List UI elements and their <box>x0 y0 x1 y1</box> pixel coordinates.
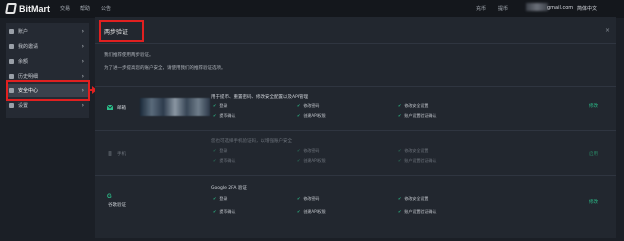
check-icon: ✔ <box>398 103 402 108</box>
check-icon: ✔ <box>297 196 301 201</box>
sidebar-item-label: 余额 <box>18 59 29 65</box>
check-icon: ✔ <box>213 103 217 108</box>
check-icon: ✔ <box>398 113 402 118</box>
feature-login: ✔ 登录 <box>213 196 228 201</box>
nav-withdraw[interactable]: 提币 <box>498 5 508 12</box>
feature-login: ✔ 登录 <box>213 148 228 153</box>
check-icon: ✔ <box>297 158 301 163</box>
feature-api-permission: ✔ 创建API权限 <box>297 113 326 118</box>
feature-security-settings: ✔ 修改安全设置 <box>398 148 429 153</box>
redacted-username <box>526 3 548 11</box>
user-menu[interactable]: gmail.com <box>547 5 573 11</box>
enable-phone-button[interactable]: 启用 <box>589 151 598 157</box>
divider <box>95 130 616 131</box>
sidebar-item-account[interactable]: 账户 › <box>6 25 89 38</box>
feature-change-password: ✔ 修改密码 <box>297 103 320 108</box>
page-title: 两步验证 <box>104 29 129 36</box>
method-label-email: 邮箱 <box>117 106 126 111</box>
bitmart-logo-icon <box>5 3 17 14</box>
nav-deposit[interactable]: 充币 <box>476 5 486 12</box>
sidebar-item-label: 我的邀请 <box>18 44 39 50</box>
check-icon: ✔ <box>398 196 402 201</box>
method-desc-email: 用于提币、重置密码、修改安全配置以及API管理 <box>211 95 309 100</box>
check-icon: ✔ <box>398 148 402 153</box>
method-label-google: 谷歌验证 <box>108 203 126 208</box>
check-icon: ✔ <box>213 196 217 201</box>
history-icon <box>9 74 14 79</box>
chevron-right-icon: › <box>81 73 84 80</box>
logo[interactable]: BitMart <box>5 3 50 14</box>
method-desc-google: Google 2FA 验证 <box>211 186 247 191</box>
gift-icon <box>9 44 14 49</box>
settings-icon <box>9 103 14 108</box>
wallet-icon <box>9 59 14 64</box>
check-icon: ✔ <box>297 113 301 118</box>
feature-api-permission: ✔ 创建API权限 <box>297 209 326 214</box>
feature-withdraw-confirm: ✔ 提币确认 <box>213 209 236 214</box>
divider <box>95 86 616 87</box>
divider <box>95 43 616 44</box>
method-desc-phone: 您也可选择手机验证码，以增强账户安全 <box>211 139 292 144</box>
email-icon <box>107 105 113 110</box>
check-icon: ✔ <box>213 148 217 153</box>
google-icon: G <box>107 194 112 200</box>
check-icon: ✔ <box>297 148 301 153</box>
modify-email-button[interactable]: 修改 <box>589 103 598 109</box>
modify-google-button[interactable]: 修改 <box>589 199 598 205</box>
nav-help[interactable]: 帮助 <box>80 5 90 12</box>
language-selector[interactable]: 简体中文 <box>577 5 597 12</box>
feature-change-password: ✔ 修改密码 <box>297 148 320 153</box>
chevron-right-icon: › <box>81 102 84 109</box>
divider <box>95 175 616 176</box>
sidebar-item-label: 设置 <box>18 103 29 109</box>
nav-announcement[interactable]: 公告 <box>101 5 111 12</box>
feature-withdraw-confirm: ✔ 提币确认 <box>213 113 236 118</box>
check-icon: ✔ <box>297 209 301 214</box>
feature-security-settings: ✔ 修改安全设置 <box>398 196 429 201</box>
chevron-right-icon: › <box>81 43 84 50</box>
sidebar-item-label: 账户 <box>18 29 29 35</box>
nav-trade[interactable]: 交易 <box>60 5 70 12</box>
check-icon: ✔ <box>398 158 402 163</box>
check-icon: ✔ <box>297 103 301 108</box>
feature-login: ✔ 登录 <box>213 103 228 108</box>
main-panel <box>95 17 616 238</box>
intro-line-2: 为了进一步提高您的账户安全，请使用我们的推荐验证选项。 <box>104 66 226 71</box>
feature-change-password: ✔ 修改密码 <box>297 196 320 201</box>
redacted-email-address <box>140 98 210 116</box>
feature-account-settings: ✔ 账户设置验证确认 <box>398 158 437 163</box>
highlight-box-sidebar <box>6 80 90 101</box>
collapse-icon[interactable]: × <box>605 27 610 34</box>
check-icon: ✔ <box>213 158 217 163</box>
sidebar-item-balance[interactable]: 余额 › <box>6 55 89 68</box>
check-icon: ✔ <box>213 113 217 118</box>
chevron-right-icon: › <box>81 28 84 35</box>
check-icon: ✔ <box>213 209 217 214</box>
check-icon: ✔ <box>398 209 402 214</box>
method-label-phone: 手机 <box>117 152 126 157</box>
intro-line-1: 我们推荐使用两步验证。 <box>104 53 154 58</box>
sidebar-item-label: 历史明细 <box>18 74 39 80</box>
feature-account-settings: ✔ 账户设置验证确认 <box>398 113 437 118</box>
user-icon <box>9 29 14 34</box>
feature-account-settings: ✔ 账户设置验证确认 <box>398 209 437 214</box>
chevron-right-icon: › <box>81 58 84 65</box>
feature-security-settings: ✔ 修改安全设置 <box>398 103 429 108</box>
feature-withdraw-confirm: ✔ 提币确认 <box>213 158 236 163</box>
app-name: BitMart <box>19 3 50 14</box>
sidebar-item-invite[interactable]: 我的邀请 › <box>6 40 89 53</box>
phone-icon <box>108 151 112 156</box>
sidebar: 账户 › 我的邀请 › 余额 › 历史明细 › 安全中心 › 设置 › <box>6 23 89 118</box>
feature-api-permission: ✔ 创建API权限 <box>297 158 326 163</box>
